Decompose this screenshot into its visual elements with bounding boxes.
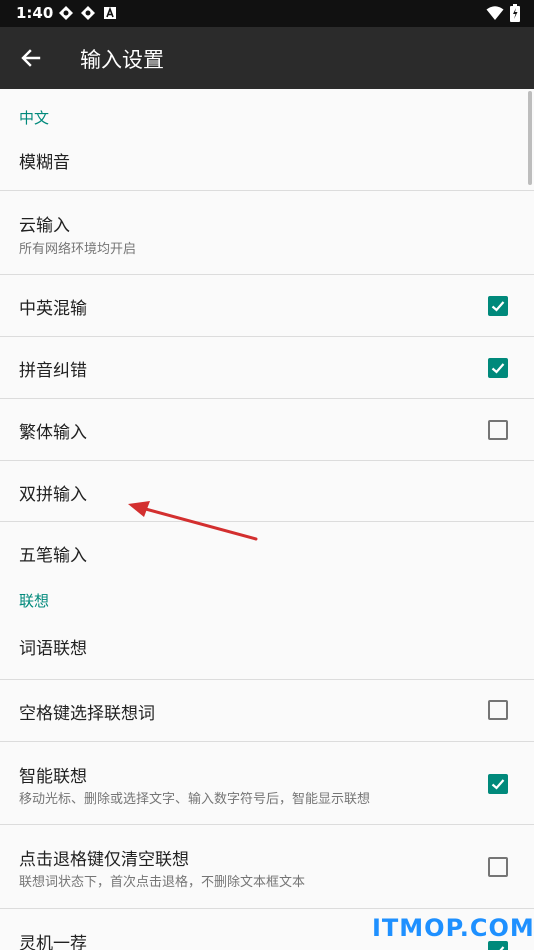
status-notification-icons: [58, 5, 118, 21]
checkbox-checked[interactable]: [488, 296, 508, 316]
setting-subtitle: 移动光标、删除或选择文字、输入数字符号后，智能显示联想: [19, 792, 371, 807]
battery-icon: [510, 4, 520, 26]
checkbox-checked[interactable]: [488, 358, 508, 378]
setting-subtitle: 联想词状态下，首次点击退格，不删除文本框文本: [19, 875, 306, 890]
setting-title: 五笔输入: [19, 546, 87, 566]
setting-title: 词语联想: [19, 639, 87, 659]
notification-app-icon: [58, 5, 74, 21]
setting-title: 拼音纠错: [19, 361, 87, 381]
status-bar: 1:40: [0, 0, 534, 27]
setting-title: 双拼输入: [19, 485, 87, 505]
setting-traditional-input[interactable]: 繁体输入: [0, 399, 534, 461]
setting-fuzzy-sound[interactable]: 模糊音: [0, 133, 534, 191]
red-annotation-arrow-icon: [128, 501, 258, 541]
setting-title: 云输入: [19, 216, 70, 236]
setting-space-select-association[interactable]: 空格键选择联想词: [0, 680, 534, 742]
setting-title: 空格键选择联想词: [19, 704, 155, 724]
keyboard-a-icon: [102, 5, 118, 21]
section-header-chinese: 中文: [19, 109, 50, 127]
setting-title: 智能联想: [19, 767, 87, 787]
checkbox-unchecked[interactable]: [488, 420, 508, 440]
watermark: ITMOP.COM: [372, 914, 534, 942]
setting-phrase-association[interactable]: 词语联想: [0, 618, 534, 680]
status-time: 1:40: [16, 4, 54, 22]
status-system-icons: [486, 4, 520, 26]
checkbox-unchecked[interactable]: [488, 700, 508, 720]
notification-app-icon-2: [80, 5, 96, 21]
checkbox-checked[interactable]: [488, 774, 508, 794]
scrollbar-thumb[interactable]: [528, 91, 532, 185]
section-header-association: 联想: [19, 592, 50, 610]
back-arrow-icon[interactable]: [18, 45, 44, 71]
setting-title: 模糊音: [19, 153, 70, 173]
setting-pinyin-correction[interactable]: 拼音纠错: [0, 337, 534, 399]
setting-title: 中英混输: [19, 299, 87, 319]
wifi-icon: [486, 5, 504, 25]
setting-backspace-clear-association[interactable]: 点击退格键仅清空联想 联想词状态下，首次点击退格，不删除文本框文本: [0, 825, 534, 909]
setting-cloud-input[interactable]: 云输入 所有网络环境均开启: [0, 191, 534, 275]
setting-title: 繁体输入: [19, 423, 87, 443]
page-title: 输入设置: [80, 48, 164, 72]
setting-mixed-input[interactable]: 中英混输: [0, 275, 534, 337]
checkbox-checked[interactable]: [488, 941, 508, 950]
checkbox-unchecked[interactable]: [488, 857, 508, 877]
setting-subtitle: 所有网络环境均开启: [19, 242, 137, 257]
setting-title: 点击退格键仅清空联想: [19, 850, 189, 870]
setting-title: 灵机一荐: [19, 934, 87, 950]
setting-smart-association[interactable]: 智能联想 移动光标、删除或选择文字、输入数字符号后，智能显示联想: [0, 742, 534, 825]
app-bar: 输入设置: [0, 27, 534, 89]
